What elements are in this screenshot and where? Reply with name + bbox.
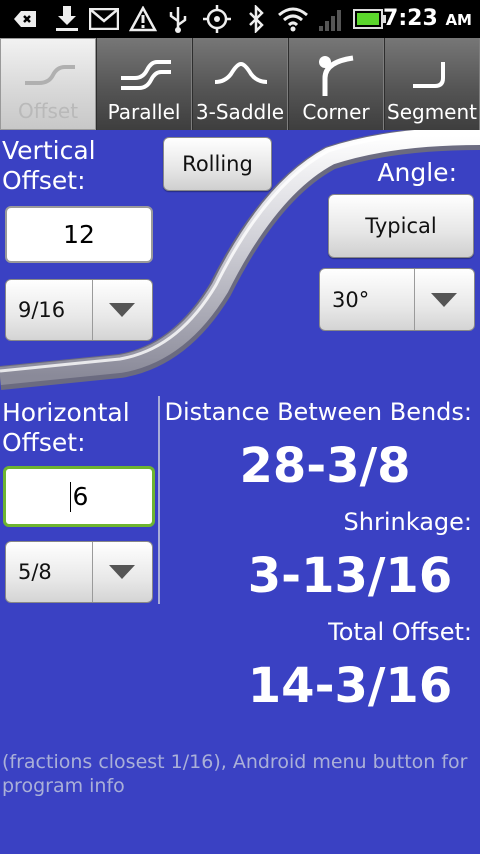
horizontal-offset-value: 6 — [72, 482, 89, 511]
tab-segment[interactable]: Segment — [384, 38, 480, 130]
status-bar: 7:23 AM — [0, 0, 480, 38]
clock-ampm: AM — [445, 11, 472, 29]
total-offset-value: 14-3/16 — [247, 658, 453, 714]
tab-label: Offset — [17, 99, 79, 123]
label-line: Offset: — [2, 428, 86, 457]
vertical-offset-value: 12 — [63, 220, 95, 249]
label-line: Offset: — [2, 166, 86, 195]
parallel-icon — [97, 48, 191, 98]
wifi-icon — [276, 4, 310, 34]
gps-icon — [200, 4, 234, 34]
shrinkage-label: Shrinkage: — [343, 508, 472, 536]
rolling-button[interactable]: Rolling — [163, 137, 272, 191]
vertical-offset-input[interactable]: 12 — [5, 206, 153, 263]
total-offset-label: Total Offset: — [328, 618, 472, 646]
chevron-down-icon — [92, 542, 152, 602]
rolling-button-label: Rolling — [182, 152, 253, 176]
corner-icon — [289, 48, 383, 98]
label-line: Vertical — [2, 136, 96, 165]
label-line: Horizontal — [2, 398, 130, 427]
usb-icon — [164, 4, 192, 34]
warning-icon — [128, 4, 158, 34]
vertical-fraction-spinner[interactable]: 9/16 — [5, 279, 153, 341]
angle-label: Angle: — [377, 158, 457, 187]
tab-bar: Offset Parallel 3-Saddle Corner Segment — [0, 38, 480, 130]
horizontal-offset-input[interactable]: 6 — [3, 466, 155, 527]
main-panel: Vertical Offset: 12 9/16 Rolling Angle: … — [0, 130, 480, 854]
horizontal-fraction-value: 5/8 — [18, 560, 52, 584]
tab-label: Segment — [387, 100, 477, 124]
chevron-down-icon — [92, 280, 152, 340]
horizontal-fraction-spinner[interactable]: 5/8 — [5, 541, 153, 603]
shrinkage-value: 3-13/16 — [247, 548, 453, 604]
tab-label: 3-Saddle — [195, 100, 285, 124]
tab-corner[interactable]: Corner — [288, 38, 384, 130]
typical-button-label: Typical — [365, 214, 437, 238]
usb-debug-icon — [10, 4, 40, 34]
angle-spinner[interactable]: 30° — [319, 268, 475, 331]
offset-icon — [1, 49, 95, 99]
segment-icon — [385, 48, 479, 98]
clock: 7:23 AM — [383, 4, 472, 34]
signal-icon — [316, 4, 346, 34]
text-cursor — [69, 481, 71, 512]
tab-label: Corner — [302, 100, 370, 124]
bluetooth-icon — [244, 4, 268, 34]
tab-label: Parallel — [107, 100, 181, 124]
tab-parallel[interactable]: Parallel — [96, 38, 192, 130]
footer-note: (fractions closest 1/16), Android menu b… — [2, 751, 468, 797]
distance-between-bends-label: Distance Between Bends: — [164, 398, 472, 426]
angle-value: 30° — [332, 287, 370, 312]
clock-time: 7:23 — [383, 6, 438, 31]
vertical-fraction-value: 9/16 — [18, 298, 66, 322]
vertical-offset-label: Vertical Offset: — [2, 136, 96, 196]
distance-between-bends-value: 28-3/8 — [239, 438, 411, 494]
chevron-down-icon — [414, 269, 474, 330]
saddle-icon — [193, 48, 287, 98]
vertical-divider — [158, 396, 160, 604]
tab-3-saddle[interactable]: 3-Saddle — [192, 38, 288, 130]
tab-offset[interactable]: Offset — [0, 38, 96, 130]
gmail-icon — [88, 4, 120, 34]
typical-button[interactable]: Typical — [328, 194, 474, 258]
download-icon — [52, 4, 82, 34]
horizontal-offset-label: Horizontal Offset: — [2, 398, 130, 458]
